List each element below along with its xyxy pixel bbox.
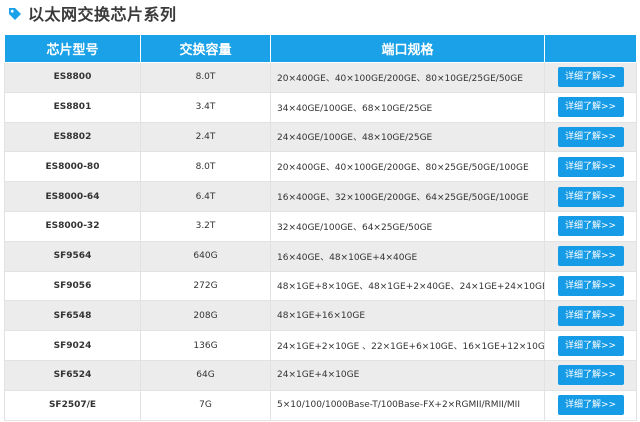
chip-model: SF9056	[4, 270, 141, 302]
port-spec: 5×10/100/1000Base-T/100Base-FX+2×RGMII/R…	[270, 389, 545, 421]
switch-capacity: 208G	[140, 300, 271, 332]
switch-capacity: 8.0T	[140, 151, 271, 183]
table-row: ES8000-80 8.0T 20×400GE、40×100GE/200GE、80×…	[4, 151, 637, 183]
action-cell: 详细了解>>	[544, 359, 637, 391]
switch-capacity: 272G	[140, 270, 271, 302]
learn-more-button[interactable]: 详细了解>>	[557, 275, 624, 296]
learn-more-button[interactable]: 详细了解>>	[557, 365, 624, 386]
chip-model: ES8000-64	[4, 181, 141, 212]
learn-more-button[interactable]: 详细了解>>	[557, 305, 624, 326]
table-row: ES8801 3.4T 34×40GE/100GE、68×10GE/25GE 详细了解…	[4, 91, 637, 123]
learn-more-button[interactable]: 详细了解>>	[557, 216, 624, 237]
action-cell: 详细了解>>	[544, 330, 637, 361]
action-cell: 详细了解>>	[544, 389, 637, 421]
action-cell: 详细了解>>	[544, 151, 637, 183]
tag-icon	[8, 6, 22, 20]
learn-more-button[interactable]: 详细了解>>	[557, 67, 624, 88]
action-cell: 详细了解>>	[544, 270, 637, 302]
port-spec: 24×1GE+4×10GE	[270, 359, 545, 391]
port-spec: 24×40GE/100GE、48×10GE/25GE	[270, 121, 545, 153]
table-row: SF9024 136G 24×1GE+2×10GE 、22×1GE+6×10GE、1…	[4, 330, 637, 361]
port-spec: 48×1GE+8×10GE、48×1GE+2×40GE、24×1GE+24×10…	[270, 270, 545, 302]
port-spec: 16×40GE、48×10GE+4×40GE	[270, 240, 545, 272]
switch-capacity: 3.4T	[140, 91, 271, 123]
port-spec: 16×400GE、32×100GE/200GE、64×25GE/50GE/100…	[270, 181, 545, 212]
table-row: ES8000-64 6.4T 16×400GE、32×100GE/200GE、64×…	[4, 181, 637, 212]
chip-model: SF6524	[4, 359, 141, 391]
learn-more-button[interactable]: 详细了解>>	[557, 156, 624, 177]
chip-model: SF2507/E	[4, 389, 141, 421]
chip-table: 芯片型号 交换容量 端口规格 ES8800 8.0T 20×400GE、40×100…	[4, 34, 637, 421]
switch-capacity: 64G	[140, 359, 271, 391]
switch-capacity: 640G	[140, 240, 271, 272]
table-header-row: 芯片型号 交换容量 端口规格	[4, 34, 637, 63]
table-row: SF6548 208G 48×1GE+16×10GE 详细了解>>	[4, 300, 637, 332]
header-capacity: 交换容量	[140, 34, 271, 63]
table-row: ES8000-32 3.2T 32×40GE/100GE、64×25GE/50GE 详…	[4, 210, 637, 242]
chip-model: ES8000-80	[4, 151, 141, 183]
switch-capacity: 8.0T	[140, 62, 271, 93]
table-row: SF9564 640G 16×40GE、48×10GE+4×40GE 详细了解>>	[4, 240, 637, 272]
chip-model: SF9024	[4, 330, 141, 361]
action-cell: 详细了解>>	[544, 62, 637, 93]
switch-capacity: 3.2T	[140, 210, 271, 242]
learn-more-button[interactable]: 详细了解>>	[557, 97, 624, 118]
chip-model: ES8801	[4, 91, 141, 123]
switch-capacity: 7G	[140, 389, 271, 421]
table-row: SF9056 272G 48×1GE+8×10GE、48×1GE+2×40GE、24…	[4, 270, 637, 302]
table-row: ES8800 8.0T 20×400GE、40×100GE/200GE、80×10G…	[4, 62, 637, 93]
switch-capacity: 2.4T	[140, 121, 271, 153]
action-cell: 详细了解>>	[544, 300, 637, 332]
chip-model: ES8800	[4, 62, 141, 93]
section-title: 以太网交换芯片系列	[28, 5, 177, 24]
learn-more-button[interactable]: 详细了解>>	[557, 335, 624, 356]
switch-capacity: 6.4T	[140, 181, 271, 212]
learn-more-button[interactable]: 详细了解>>	[557, 126, 624, 147]
chip-model: ES8000-32	[4, 210, 141, 242]
table-row: ES8802 2.4T 24×40GE/100GE、48×10GE/25GE 详细了解…	[4, 121, 637, 153]
chip-series-page: 以太网交换芯片系列 芯片型号 交换容量 端口规格 ES8800 8.0T 20×40…	[0, 0, 640, 422]
header-model: 芯片型号	[4, 34, 141, 63]
table-row: SF6524 64G 24×1GE+4×10GE 详细了解>>	[4, 359, 637, 391]
action-cell: 详细了解>>	[544, 210, 637, 242]
table-body: ES8800 8.0T 20×400GE、40×100GE/200GE、80×10G…	[4, 62, 637, 421]
action-cell: 详细了解>>	[544, 121, 637, 153]
port-spec: 48×1GE+16×10GE	[270, 300, 545, 332]
chip-model: SF9564	[4, 240, 141, 272]
port-spec: 24×1GE+2×10GE 、22×1GE+6×10GE、16×1GE+12×1…	[270, 330, 545, 361]
action-cell: 详细了解>>	[544, 240, 637, 272]
header-ports: 端口规格	[270, 34, 545, 63]
table-row: SF2507/E 7G 5×10/100/1000Base-T/100Base-FX…	[4, 389, 637, 421]
port-spec: 20×400GE、40×100GE/200GE、80×10GE/25GE/50G…	[270, 62, 545, 93]
action-cell: 详细了解>>	[544, 91, 637, 123]
port-spec: 34×40GE/100GE、68×10GE/25GE	[270, 91, 545, 123]
port-spec: 20×400GE、40×100GE/200GE、80×25GE/50GE/100…	[270, 151, 545, 183]
switch-capacity: 136G	[140, 330, 271, 361]
port-spec: 32×40GE/100GE、64×25GE/50GE	[270, 210, 545, 242]
header-action	[544, 34, 637, 63]
chip-model: ES8802	[4, 121, 141, 153]
chip-model: SF6548	[4, 300, 141, 332]
learn-more-button[interactable]: 详细了解>>	[557, 246, 624, 267]
learn-more-button[interactable]: 详细了解>>	[557, 186, 624, 207]
learn-more-button[interactable]: 详细了解>>	[557, 395, 624, 416]
section-header: 以太网交换芯片系列	[8, 0, 177, 26]
action-cell: 详细了解>>	[544, 181, 637, 212]
